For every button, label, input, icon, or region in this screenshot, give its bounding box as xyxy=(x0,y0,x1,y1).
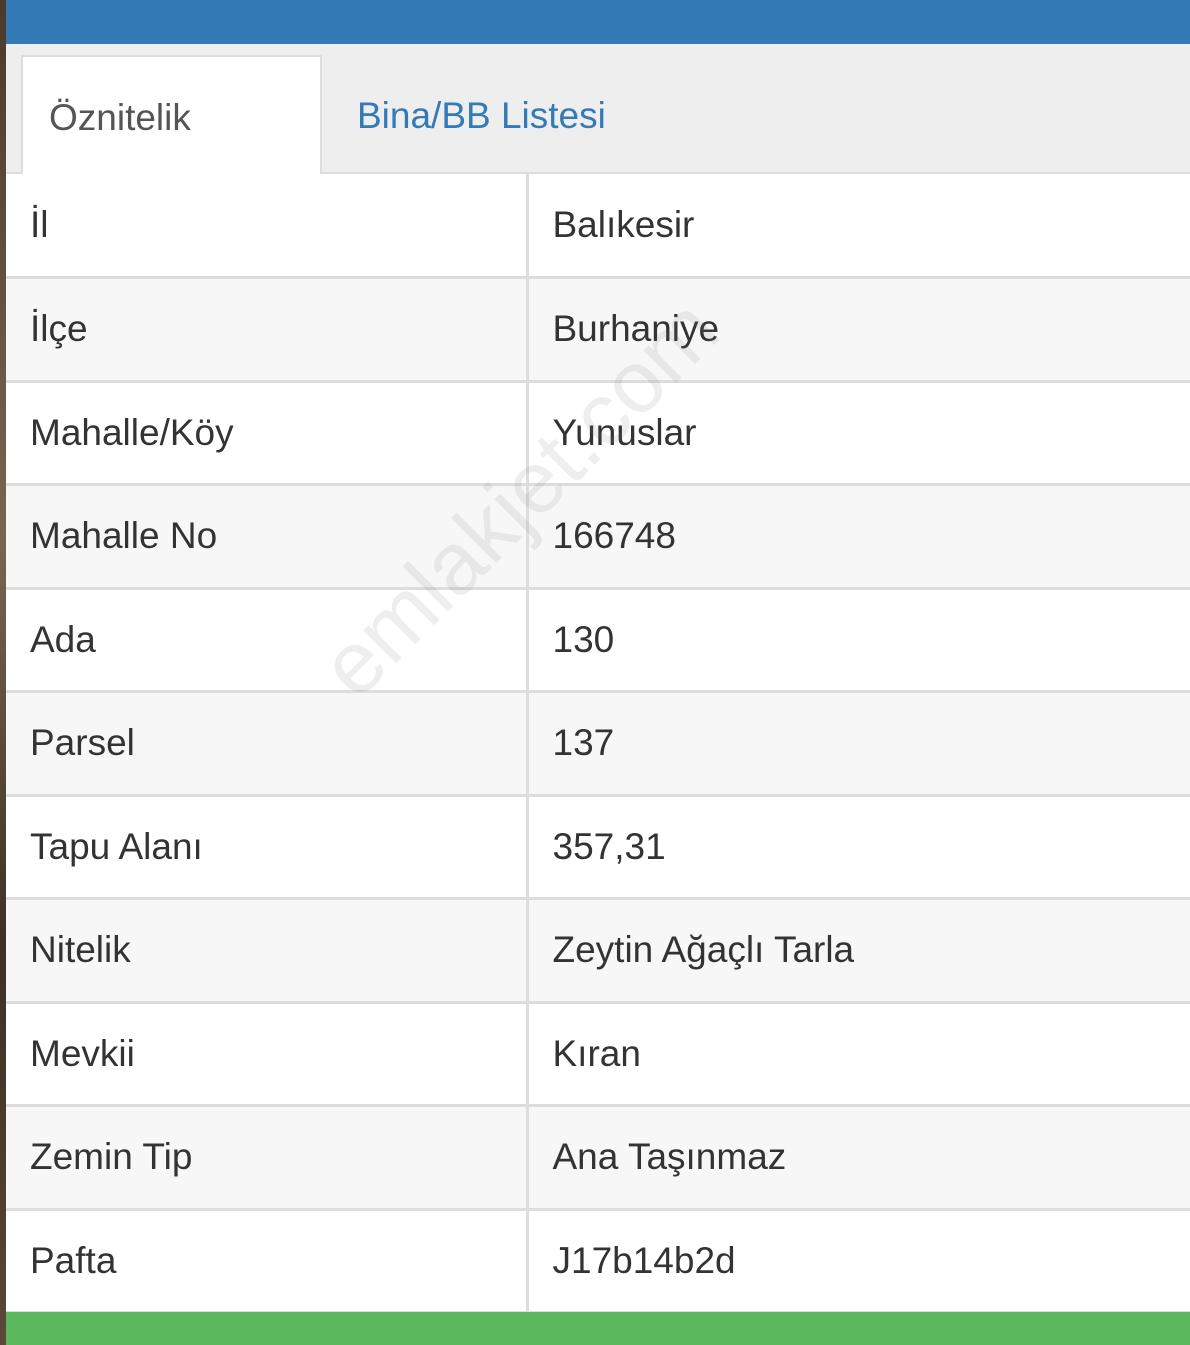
table-row: Pafta J17b14b2d xyxy=(6,1207,1190,1314)
attribute-value: Yunuslar xyxy=(525,379,1190,486)
table-row: Mevkii Kıran xyxy=(6,1000,1190,1107)
table-row: Ada 130 xyxy=(6,586,1190,693)
attribute-key: Mahalle No xyxy=(6,483,529,590)
attribute-key: Mahalle/Köy xyxy=(6,379,529,486)
table-row: Nitelik Zeytin Ağaçlı Tarla xyxy=(6,897,1190,1004)
table-row: Mahalle/Köy Yunuslar xyxy=(6,379,1190,486)
table-row: Parsel 137 xyxy=(6,690,1190,797)
attribute-value: Zeytin Ağaçlı Tarla xyxy=(525,897,1190,1004)
attribute-key: Ada xyxy=(6,586,529,693)
attribute-key: İl xyxy=(6,174,529,279)
attribute-value: 357,31 xyxy=(525,793,1190,900)
attribute-key: Parsel xyxy=(6,690,529,797)
attribute-value: 130 xyxy=(525,586,1190,693)
tab-bar: Öznitelik Bilgisi Bina/BB Listesi xyxy=(6,44,1190,259)
attribute-key: Mevkii xyxy=(6,1000,529,1107)
attribute-key: Nitelik xyxy=(6,897,529,1004)
attribute-value: 166748 xyxy=(525,483,1190,590)
attribute-key: Zemin Tip xyxy=(6,1104,529,1211)
attribute-table: İl Balıkesir İlçe Burhaniye Mahalle/Köy … xyxy=(6,174,1190,1314)
attribute-value: Ana Taşınmaz xyxy=(525,1104,1190,1211)
tab-attribute-info[interactable]: Öznitelik Bilgisi xyxy=(21,55,322,259)
parcel-info-panel: Öznitelik Bilgisi Bina/BB Listesi İl Bal… xyxy=(6,0,1190,1345)
table-row: Zemin Tip Ana Taşınmaz xyxy=(6,1104,1190,1211)
table-row: Tapu Alanı 357,31 xyxy=(6,793,1190,900)
attribute-value: Burhaniye xyxy=(525,276,1190,383)
table-row: İlçe Burhaniye xyxy=(6,276,1190,383)
attribute-value: J17b14b2d xyxy=(525,1207,1190,1314)
tab-building-list[interactable]: Bina/BB Listesi xyxy=(331,55,632,176)
attribute-key: İlçe xyxy=(6,276,529,383)
table-row: Mahalle No 166748 xyxy=(6,483,1190,590)
panel-header-bar xyxy=(6,0,1190,44)
table-row: İl Balıkesir xyxy=(6,174,1190,279)
attribute-value: 137 xyxy=(525,690,1190,797)
attribute-key: Tapu Alanı xyxy=(6,793,529,900)
attribute-value: Kıran xyxy=(525,1000,1190,1107)
attribute-value: Balıkesir xyxy=(525,174,1190,279)
attribute-key: Pafta xyxy=(6,1207,529,1314)
panel-footer-bar xyxy=(6,1312,1190,1345)
